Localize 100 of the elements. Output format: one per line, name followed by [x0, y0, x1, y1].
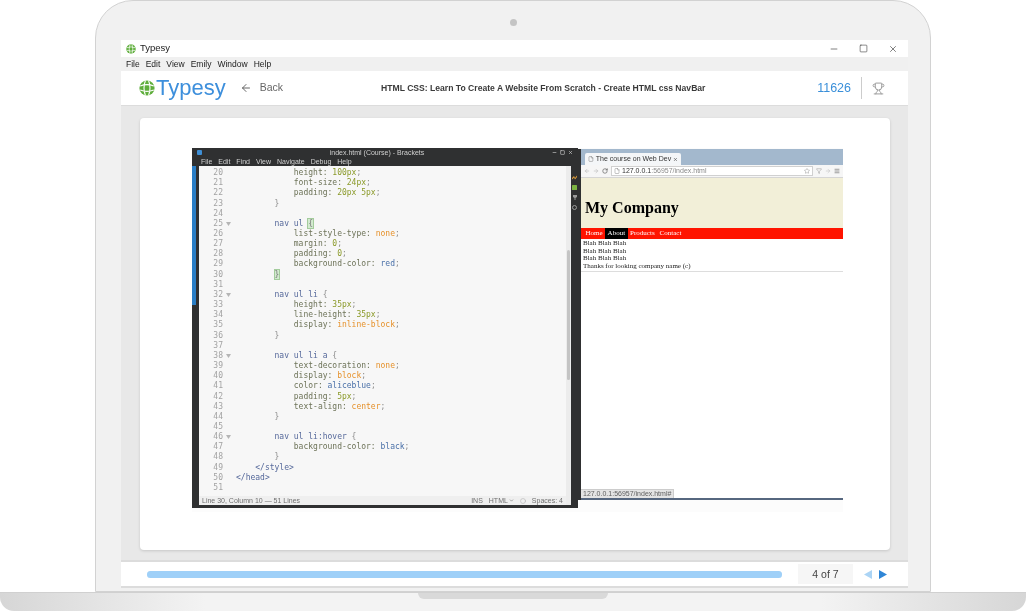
line-number: 30: [212, 269, 223, 280]
menu-item[interactable]: Edit: [145, 58, 161, 70]
page-counter: 4 of 7: [798, 564, 853, 584]
score-text: 11626: [817, 79, 851, 97]
forward-arrow-icon[interactable]: [593, 168, 599, 174]
code-line: color: aliceblue;: [293, 381, 376, 392]
line-number: 50: [212, 472, 223, 483]
reload-icon[interactable]: [602, 168, 608, 174]
code-line: }: [274, 452, 280, 463]
page-heading: My Company: [585, 198, 679, 217]
next-button[interactable]: [877, 567, 889, 581]
lightning-icon[interactable]: [572, 175, 577, 180]
code-line: }: [274, 411, 280, 422]
fold-arrow-icon[interactable]: [226, 292, 231, 297]
line-number: 34: [212, 310, 223, 320]
back-arrow-icon[interactable]: [584, 168, 590, 174]
code-line: background-color: red;: [293, 259, 400, 270]
line-number: 21: [212, 178, 223, 188]
line-number: 47: [212, 442, 223, 452]
line-number: 43: [212, 401, 223, 412]
line-number: 25: [212, 218, 223, 229]
pin-icon[interactable]: [572, 195, 577, 200]
logo-icon: [139, 80, 155, 96]
code-line: display: inline-block;: [293, 320, 400, 331]
line-number: 45: [212, 422, 223, 432]
triangle-right-icon: [879, 569, 887, 579]
code-line: margin: 0;: [293, 239, 342, 249]
line-number: 28: [212, 249, 223, 259]
minimize-icon[interactable]: [552, 150, 557, 155]
circle-icon[interactable]: [519, 497, 526, 504]
app-logo-icon: [197, 150, 202, 155]
line-number: 41: [212, 381, 223, 392]
code-line: height: 100px;: [293, 168, 362, 178]
line-number: 39: [212, 361, 223, 371]
progress-track[interactable]: [147, 570, 782, 578]
arrow-right-icon[interactable]: [825, 168, 831, 174]
code-line: text-decoration: none;: [293, 361, 400, 371]
caret-icon: [508, 498, 514, 503]
line-number: 36: [212, 330, 223, 341]
back-button[interactable]: Back: [239, 80, 284, 96]
cube-icon[interactable]: [572, 185, 577, 190]
trophy-icon[interactable]: [872, 81, 885, 95]
code-line: }: [274, 198, 280, 209]
logo-icon: [126, 43, 136, 54]
scrollbar-thumb[interactable]: [567, 250, 570, 380]
code-line: text-align: center;: [293, 401, 386, 412]
fold-arrow-icon[interactable]: [226, 353, 231, 358]
code-line: nav ul li {: [274, 289, 328, 300]
line-number: 20: [212, 168, 223, 178]
funnel-icon[interactable]: [816, 168, 822, 174]
line-number: 48: [212, 452, 223, 463]
menu-item[interactable]: Window: [217, 58, 248, 70]
line-number: 27: [212, 239, 223, 249]
line-number: 44: [212, 411, 223, 422]
line-number: 23: [212, 198, 223, 209]
code-line: height: 35px;: [293, 300, 357, 310]
line-number: 49: [212, 462, 223, 473]
line-number: 42: [212, 391, 223, 402]
arrow-left-icon: [239, 82, 252, 94]
close-icon[interactable]: [888, 43, 898, 54]
menu-item[interactable]: View: [166, 58, 185, 70]
fold-arrow-icon[interactable]: [226, 221, 231, 226]
maximize-icon[interactable]: [859, 44, 868, 53]
code-line: padding: 0;: [293, 249, 347, 259]
ring-icon[interactable]: [572, 205, 577, 210]
line-number: 51: [212, 482, 223, 493]
code-line: padding: 5px;: [293, 391, 357, 402]
star-icon[interactable]: [804, 168, 810, 174]
code-line: display: block;: [293, 371, 367, 381]
menu-icon[interactable]: [834, 168, 840, 174]
code-line: }: [274, 330, 280, 341]
code-line: nav ul {: [274, 218, 314, 229]
code-line: nav ul li a {: [274, 350, 338, 361]
fold-arrow-icon[interactable]: [226, 435, 231, 440]
close-icon[interactable]: [673, 156, 678, 162]
logo-text: Typesy: [156, 76, 226, 100]
line-number: 38: [212, 350, 223, 361]
line-number: 33: [212, 300, 223, 310]
lesson-title: HTML CSS: Learn To Create A Website From Scratch - Create HTML css NavBar: [381, 81, 706, 95]
line-number: 29: [212, 259, 223, 270]
line-number: 46: [212, 432, 223, 442]
line-number: 26: [212, 229, 223, 239]
code-line: list-style-type: none;: [293, 229, 400, 239]
line-number: 35: [212, 320, 223, 331]
menu-item[interactable]: Emily: [190, 58, 212, 70]
triangle-left-icon: [864, 569, 872, 579]
line-number: 37: [212, 340, 223, 351]
line-number: 40: [212, 371, 223, 381]
code-line: </style>: [255, 462, 294, 473]
menu-item[interactable]: File: [126, 58, 140, 70]
code-line: line-height: 35px;: [293, 310, 381, 320]
page-icon: [614, 168, 620, 174]
line-number: 32: [212, 289, 223, 300]
page-icon: [588, 156, 594, 162]
line-number: 24: [212, 208, 223, 219]
code-line: font-size: 24px;: [293, 178, 371, 188]
line-number: 22: [212, 188, 223, 199]
menu-item[interactable]: Help: [253, 58, 272, 70]
code-line: nav ul li:hover {: [274, 432, 357, 442]
code-line: </head>: [236, 472, 270, 483]
